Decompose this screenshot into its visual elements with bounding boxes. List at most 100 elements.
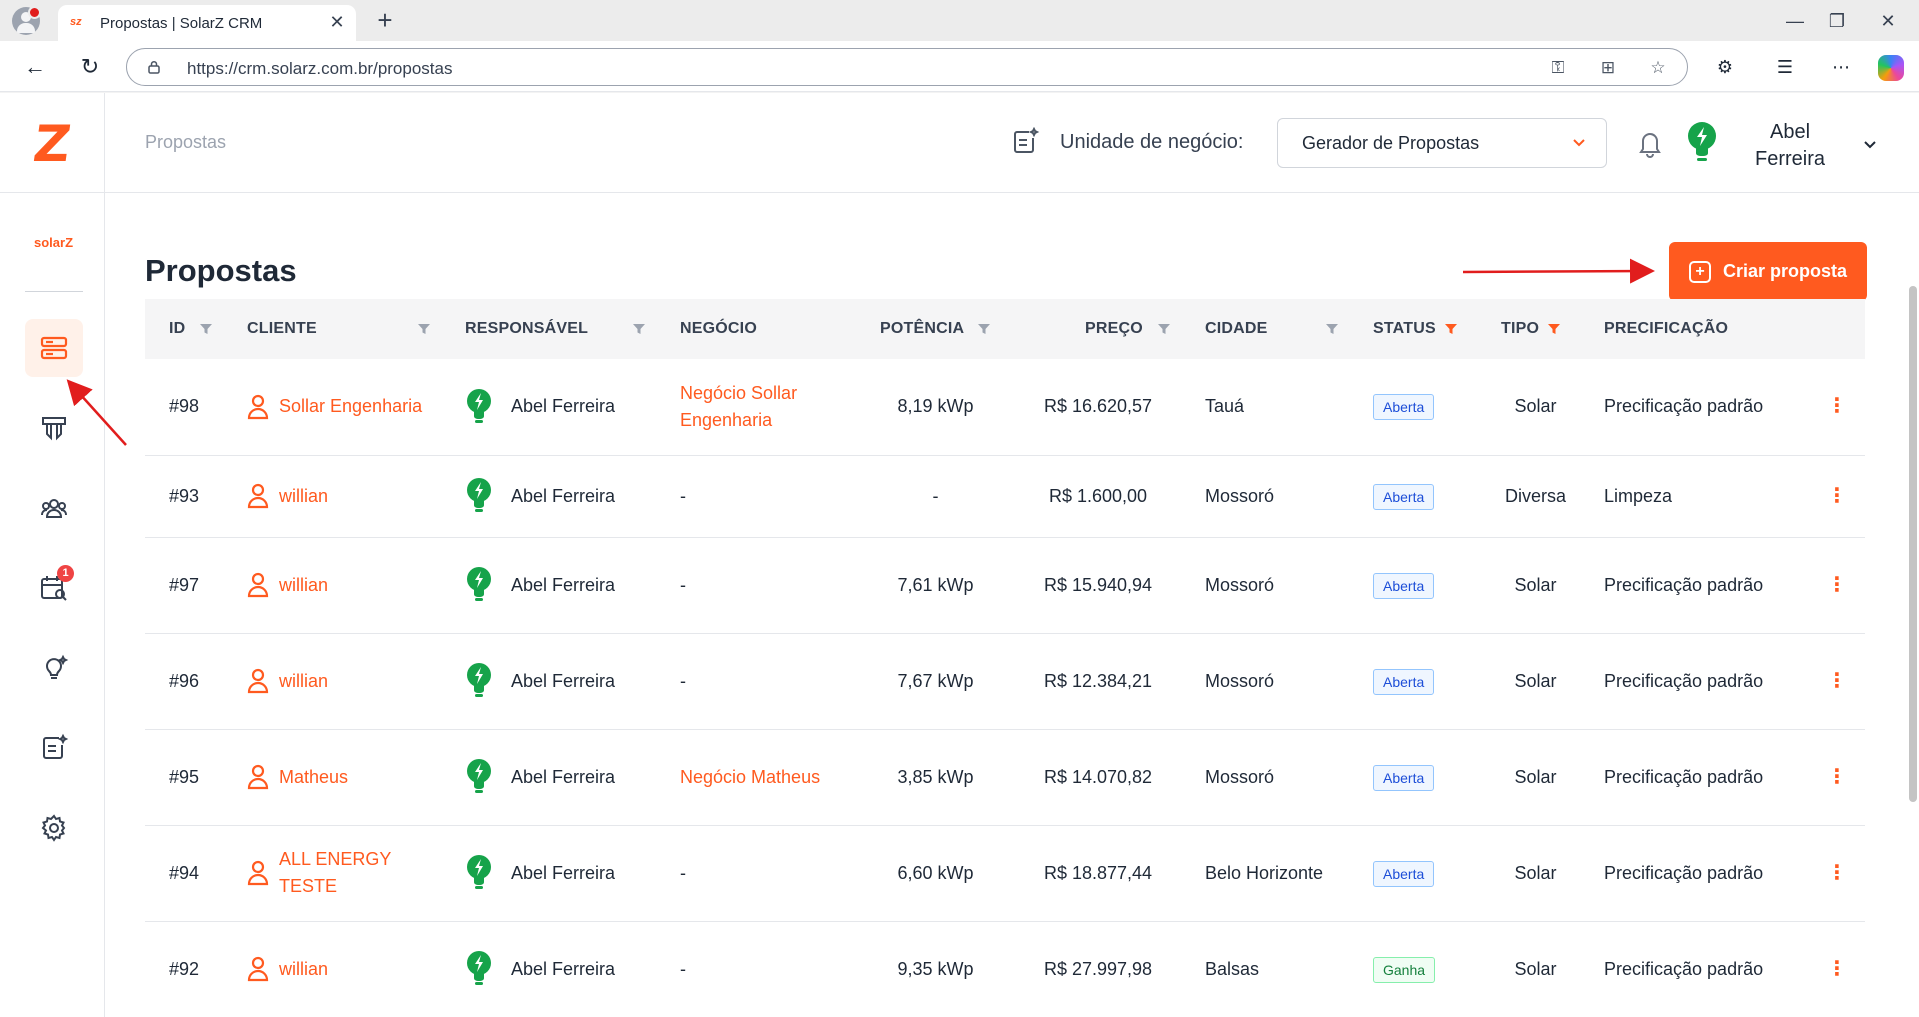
table-row[interactable]: #95 Matheus Abel Ferreira Negócio Matheus 3,… [145, 729, 1865, 826]
cell-cliente[interactable]: willian [223, 633, 441, 730]
key-icon[interactable]: ⚿ [1547, 57, 1569, 79]
cell-status: Aberta [1349, 455, 1477, 538]
col-preco[interactable]: PREÇO [1001, 299, 1181, 359]
create-proposal-button[interactable]: + Criar proposta [1669, 242, 1867, 301]
more-icon[interactable]: ⋯ [1826, 52, 1856, 82]
close-tab-icon[interactable]: ✕ [326, 11, 348, 33]
col-status[interactable]: STATUS [1349, 299, 1477, 359]
sidebar-item-proposals[interactable] [25, 319, 83, 377]
cell-precificacao: Precificação padrão [1580, 825, 1795, 922]
breadcrumb[interactable]: Propostas [145, 132, 226, 153]
cell-cliente[interactable]: willian [223, 537, 441, 634]
row-actions-icon[interactable]: ⋮ [1795, 825, 1865, 922]
profile-icon[interactable] [12, 6, 41, 35]
row-actions-icon[interactable]: ⋮ [1795, 359, 1865, 456]
row-actions-icon[interactable]: ⋮ [1795, 633, 1865, 730]
favorites-icon[interactable]: ☰ [1770, 52, 1800, 82]
business-unit-label: Unidade de negócio: [1060, 131, 1244, 153]
client-link[interactable]: ALL ENERGY TESTE [279, 846, 431, 900]
sidebar-item-generator[interactable] [25, 719, 83, 777]
col-cliente[interactable]: CLIENTE [223, 299, 441, 359]
status-badge: Aberta [1373, 860, 1435, 887]
person-icon [247, 394, 269, 419]
filter-active-icon[interactable] [1444, 322, 1458, 336]
cell-cliente[interactable]: willian [223, 921, 441, 1017]
table-row[interactable]: #92 willian Abel Ferreira -9,35 kWp R$ 27.99… [145, 921, 1865, 1017]
row-actions-icon[interactable]: ⋮ [1795, 455, 1865, 538]
back-icon[interactable]: ← [20, 52, 50, 82]
extensions-icon[interactable]: ⚙ [1710, 52, 1740, 82]
copilot-icon[interactable] [1878, 55, 1904, 81]
user-first-name: Abel [1769, 121, 1811, 143]
brand-name[interactable]: solarZ [34, 235, 73, 250]
cell-potencia: 3,85 kWp [856, 729, 1001, 826]
col-cidade-label: CIDADE [1205, 320, 1268, 337]
table-row[interactable]: #94 ALL ENERGY TESTE Abel Ferreira -6,60 kW… [145, 825, 1865, 922]
row-actions-icon[interactable]: ⋮ [1795, 537, 1865, 634]
table-row[interactable]: #97 willian Abel Ferreira -7,61 kWp R$ 15.94… [145, 537, 1865, 634]
col-id[interactable]: ID [145, 299, 223, 359]
row-actions-icon[interactable]: ⋮ [1795, 921, 1865, 1017]
filter-active-icon[interactable] [1547, 322, 1561, 336]
col-precificacao-label: PRECIFICAÇÃO [1604, 320, 1729, 337]
cell-cliente[interactable]: ALL ENERGY TESTE [223, 825, 441, 922]
filter-icon[interactable] [632, 322, 646, 336]
reload-icon[interactable]: ↻ [75, 52, 105, 82]
cell-id: #92 [145, 921, 223, 1017]
browser-tab[interactable]: sz Propostas | SolarZ CRM ✕ [58, 5, 356, 41]
user-menu-chevron-icon[interactable] [1862, 136, 1878, 152]
users-icon [41, 499, 67, 518]
sidebar-item-clients[interactable] [25, 479, 83, 537]
filter-icon[interactable] [1325, 322, 1339, 336]
col-potencia[interactable]: POTÊNCIA [856, 299, 1001, 359]
cell-responsavel: Abel Ferreira [441, 825, 656, 922]
table-row[interactable]: #93 willian Abel Ferreira - - R$ 1.600,00 Moss… [145, 455, 1865, 538]
new-tab-icon[interactable]: + [372, 7, 398, 34]
address-bar[interactable]: https://crm.solarz.com.br/propostas ⚿ ⊞ … [126, 48, 1688, 86]
scrollbar[interactable] [1909, 286, 1917, 802]
sidebar-item-agenda[interactable]: 1 [25, 559, 83, 617]
filter-icon[interactable] [1157, 322, 1171, 336]
avatar[interactable] [1685, 121, 1719, 165]
cell-tipo: Solar [1477, 921, 1580, 1017]
filter-icon[interactable] [977, 322, 991, 336]
favorite-star-icon[interactable]: ☆ [1647, 57, 1669, 79]
col-tipo[interactable]: TIPO [1477, 299, 1580, 359]
sidebar-item-settings[interactable] [25, 799, 83, 857]
apps-icon[interactable]: ⊞ [1597, 57, 1619, 79]
client-link[interactable]: willian [279, 668, 328, 695]
col-responsavel-label: RESPONSÁVEL [465, 320, 589, 337]
sidebar-item-ideas[interactable] [25, 639, 83, 697]
filter-icon[interactable] [199, 322, 213, 336]
table-row[interactable]: #96 willian Abel Ferreira -7,67 kWp R$ 12.38… [145, 633, 1865, 730]
cell-cliente[interactable]: Matheus [223, 729, 441, 826]
sidebar-item-pipeline[interactable] [25, 399, 83, 457]
col-cidade[interactable]: CIDADE [1181, 299, 1349, 359]
row-actions-icon[interactable]: ⋮ [1795, 729, 1865, 826]
client-link[interactable]: Sollar Engenharia [279, 393, 422, 420]
user-name[interactable]: Abel Ferreira [1730, 119, 1850, 173]
cell-cliente[interactable]: willian [223, 455, 441, 538]
col-negocio[interactable]: NEGÓCIO [656, 299, 856, 359]
filter-icon[interactable] [417, 322, 431, 336]
col-precificacao[interactable]: PRECIFICAÇÃO [1580, 299, 1795, 359]
client-link[interactable]: willian [279, 483, 328, 510]
bell-icon[interactable] [1635, 127, 1665, 159]
cell-negocio[interactable]: Negócio Sollar Engenharia [656, 359, 856, 456]
col-responsavel[interactable]: RESPONSÁVEL [441, 299, 656, 359]
close-window-icon[interactable]: ✕ [1873, 6, 1903, 36]
client-link[interactable]: Matheus [279, 764, 348, 791]
cell-responsavel: Abel Ferreira [441, 633, 656, 730]
business-unit-select[interactable]: Gerador de Propostas [1277, 118, 1607, 168]
minimize-icon[interactable]: — [1780, 6, 1810, 36]
cell-cidade: Belo Horizonte [1181, 825, 1349, 922]
cell-cliente[interactable]: Sollar Engenharia [223, 359, 441, 456]
solarz-logo[interactable]: Z [30, 115, 74, 173]
cell-negocio[interactable]: Negócio Matheus [656, 729, 856, 826]
kanban-icon [42, 417, 66, 441]
client-link[interactable]: willian [279, 956, 328, 983]
restore-icon[interactable]: ❐ [1822, 6, 1852, 36]
client-link[interactable]: willian [279, 572, 328, 599]
table-row[interactable]: #98 Sollar Engenharia Abel Ferreira Negócio… [145, 359, 1865, 456]
notification-badge: 1 [57, 565, 74, 582]
